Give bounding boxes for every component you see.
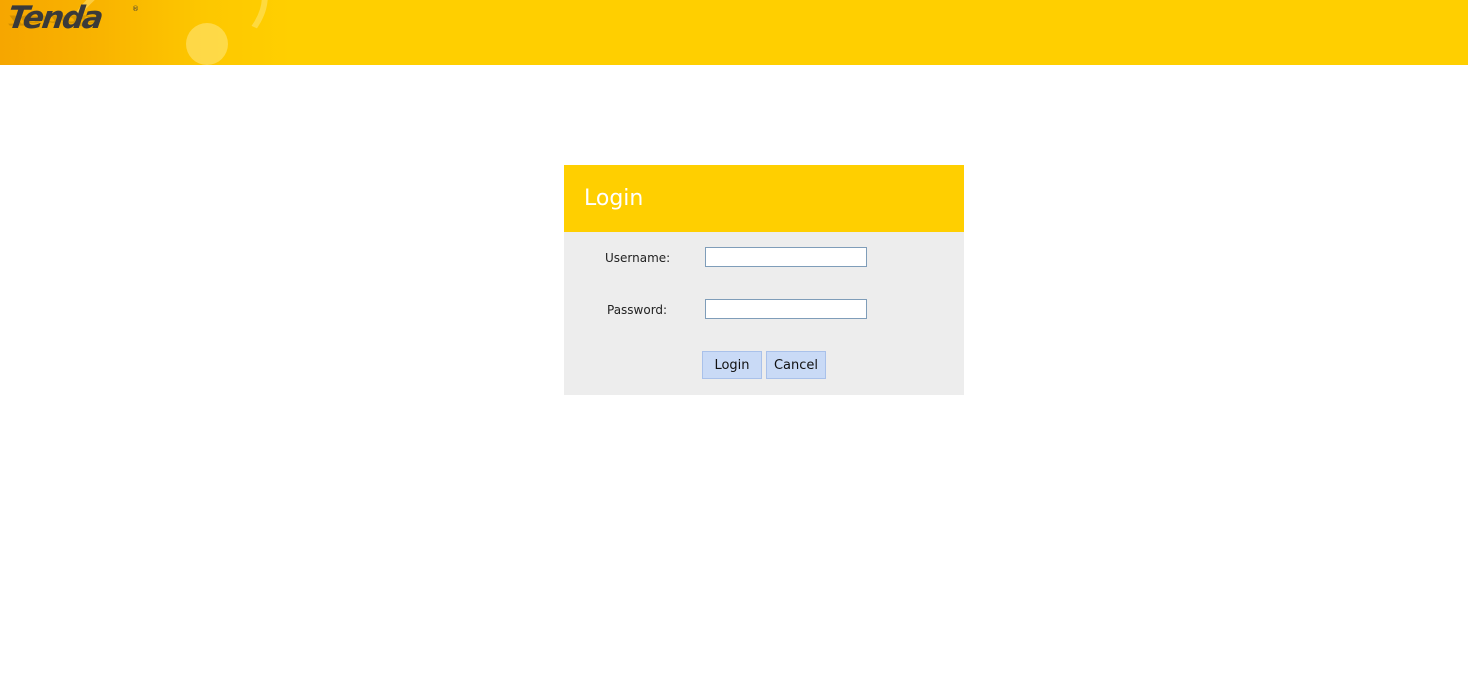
password-label: Password: bbox=[607, 303, 668, 317]
banner-bubble bbox=[186, 23, 228, 65]
login-button[interactable]: Login bbox=[702, 351, 762, 379]
login-title: Login bbox=[584, 186, 644, 211]
top-banner: Tenda Tenda ® bbox=[0, 0, 1468, 65]
logo-text: Tenda bbox=[5, 0, 104, 36]
cancel-button[interactable]: Cancel bbox=[766, 351, 826, 379]
login-panel-header: Login bbox=[564, 165, 964, 232]
username-input[interactable] bbox=[705, 247, 867, 267]
username-label: Username: bbox=[605, 251, 671, 265]
registered-mark: ® bbox=[132, 5, 139, 13]
login-panel: Login Username: Password: Login Cancel bbox=[564, 165, 964, 395]
password-input[interactable] bbox=[705, 299, 867, 319]
